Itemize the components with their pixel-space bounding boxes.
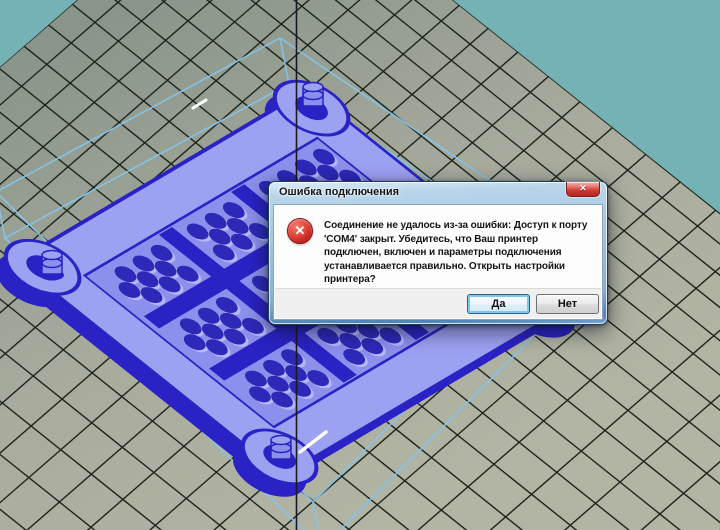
- close-button[interactable]: ✕: [566, 182, 600, 197]
- dialog-title: Ошибка подключения: [279, 186, 400, 198]
- error-dialog: Ошибка подключения ✕ ✕ Соединение не уда…: [268, 181, 608, 325]
- no-button[interactable]: Нет: [536, 293, 599, 314]
- error-icon-glyph: ✕: [294, 223, 306, 238]
- dialog-button-strip: Да Нет: [275, 288, 601, 318]
- dialog-message: Соединение не удалось из-за ошибки: Дост…: [324, 220, 588, 285]
- dialog-body: ✕ Соединение не удалось из-за ошибки: До…: [273, 204, 603, 320]
- app-window: Ошибка подключения ✕ ✕ Соединение не уда…: [0, 0, 720, 530]
- close-icon: ✕: [579, 182, 587, 193]
- error-icon: ✕: [287, 218, 313, 244]
- dialog-message-row: ✕ Соединение не удалось из-за ошибки: До…: [274, 205, 602, 288]
- yes-button[interactable]: Да: [467, 293, 530, 314]
- dialog-titlebar[interactable]: Ошибка подключения ✕: [269, 182, 607, 204]
